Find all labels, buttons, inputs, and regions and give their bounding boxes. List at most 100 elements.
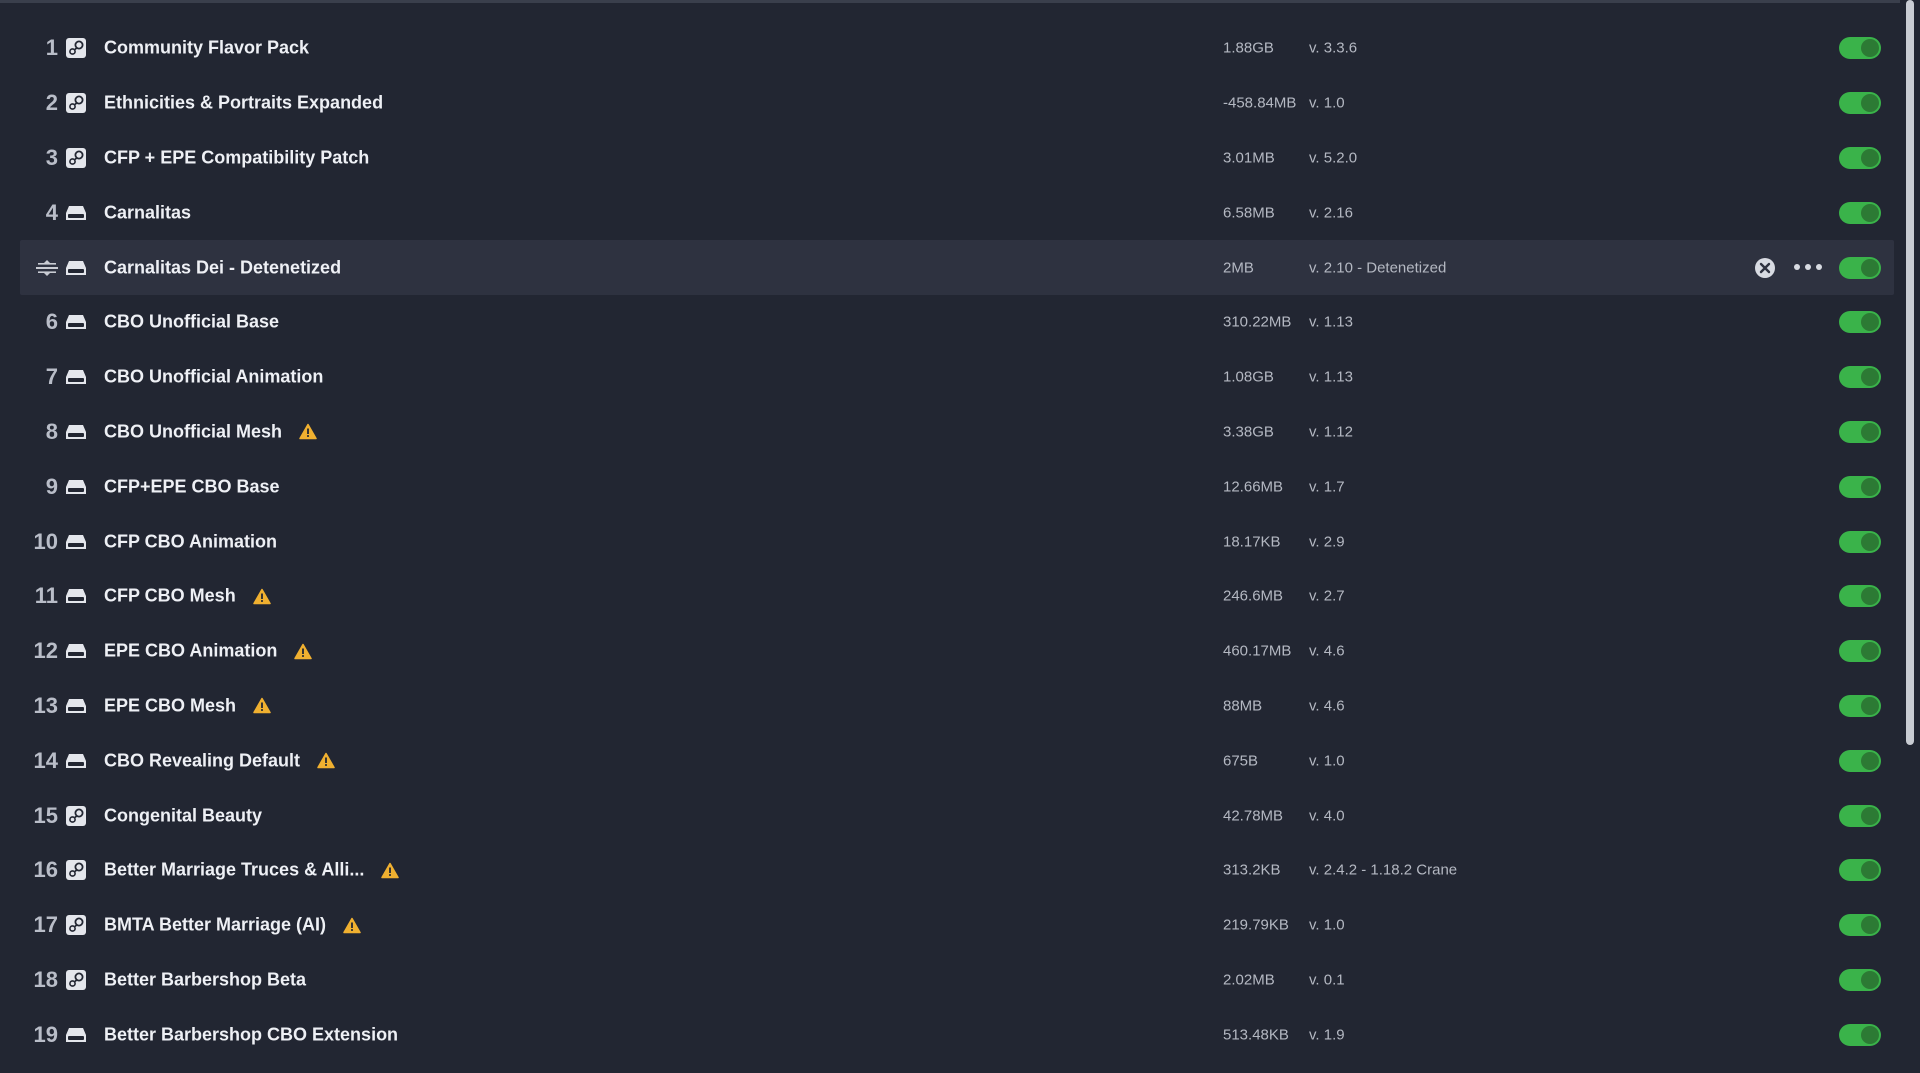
mod-row[interactable]: 11 CFP CBO Mesh 246.6MB v. 2.7 xyxy=(20,569,1894,624)
mod-index: 6 xyxy=(45,309,58,335)
mod-version: v. 1.9 xyxy=(1309,1026,1345,1044)
local-drive-icon xyxy=(65,366,87,388)
mod-index: 15 xyxy=(33,802,58,828)
local-drive-icon xyxy=(65,311,87,333)
scrollbar[interactable] xyxy=(1906,0,1914,745)
mod-version: v. 2.16 xyxy=(1309,204,1353,222)
mod-version: v. 2.10 - Detenetized xyxy=(1309,259,1447,277)
mod-row[interactable]: 6 CBO Unofficial Base 310.22MB v. 1.13 xyxy=(20,295,1894,350)
steam-icon xyxy=(65,805,87,827)
enable-toggle[interactable] xyxy=(1839,475,1881,498)
mod-row[interactable]: 17 BMTA Better Marriage (AI) 219.79KB v. 1.… xyxy=(20,898,1894,953)
mod-size: -458.84MB xyxy=(1223,94,1297,112)
enable-toggle[interactable] xyxy=(1839,146,1881,169)
enable-toggle[interactable] xyxy=(1839,694,1881,717)
mod-row[interactable]: 13 EPE CBO Mesh 88MB v. 4.6 xyxy=(20,679,1894,734)
drag-handle-icon[interactable] xyxy=(20,259,58,276)
mod-name: EPE CBO Mesh xyxy=(104,695,237,716)
mod-row[interactable]: 9 CFP+EPE CBO Base 12.66MB v. 1.7 xyxy=(20,459,1894,514)
warning-icon[interactable] xyxy=(299,424,317,440)
mod-row[interactable]: 18 Better Barbershop Beta 2.02MB v. 0.1 xyxy=(20,953,1894,1008)
mod-index: 8 xyxy=(45,418,58,444)
mod-version: v. 1.7 xyxy=(1309,478,1345,496)
mod-name-wrap: Congenital Beauty xyxy=(104,805,262,826)
mod-name-wrap: Better Marriage Truces & Alli... xyxy=(104,860,400,881)
mod-row[interactable]: 8 CBO Unofficial Mesh 3.38GB v. 1.12 xyxy=(20,405,1894,460)
mod-index: 4 xyxy=(45,199,58,225)
enable-toggle[interactable] xyxy=(1839,1023,1881,1046)
toggle-knob xyxy=(1861,696,1879,715)
mod-name-wrap: Carnalitas xyxy=(104,202,191,223)
mod-name: CBO Unofficial Mesh xyxy=(104,421,283,442)
enable-toggle[interactable] xyxy=(1839,749,1881,772)
mod-index: 14 xyxy=(33,747,58,773)
mod-name: Carnalitas xyxy=(104,202,192,223)
warning-icon[interactable] xyxy=(343,917,361,933)
mod-size: 18.17KB xyxy=(1223,533,1281,551)
mod-row[interactable]: 15 Congenital Beauty 42.78MB v. 4.0 xyxy=(20,788,1894,843)
enable-toggle[interactable] xyxy=(1839,640,1881,663)
enable-toggle[interactable] xyxy=(1839,366,1881,389)
steam-icon xyxy=(65,92,87,114)
toggle-knob xyxy=(1861,94,1879,113)
toggle-knob xyxy=(1861,39,1879,58)
enable-toggle[interactable] xyxy=(1839,420,1881,443)
mod-row[interactable]: 4 Carnalitas 6.58MB v. 2.16 xyxy=(20,185,1894,240)
enable-toggle[interactable] xyxy=(1839,311,1881,334)
mod-size: 246.6MB xyxy=(1223,587,1284,605)
toggle-knob xyxy=(1861,313,1879,332)
remove-icon[interactable] xyxy=(1754,257,1776,279)
enable-toggle[interactable] xyxy=(1839,37,1881,60)
mod-row[interactable]: 7 CBO Unofficial Animation 1.08GB v. 1.13 xyxy=(20,350,1894,405)
mod-row[interactable]: Carnalitas Dei - Detenetized 2MB v. 2.10 -… xyxy=(20,240,1894,295)
enable-toggle[interactable] xyxy=(1839,968,1881,991)
enable-toggle[interactable] xyxy=(1839,256,1881,279)
mod-name: CBO Unofficial Base xyxy=(104,311,280,332)
mod-name: CFP CBO Animation xyxy=(104,531,278,552)
toggle-knob xyxy=(1861,477,1879,496)
warning-icon[interactable] xyxy=(252,588,271,605)
mod-row[interactable]: 14 CBO Revealing Default 675B v. 1.0 xyxy=(20,733,1894,788)
toggle-knob xyxy=(1861,258,1879,277)
enable-toggle[interactable] xyxy=(1839,859,1881,882)
mod-row[interactable]: 2 Ethnicities & Portraits Expanded -458.84… xyxy=(20,76,1894,131)
mod-row[interactable]: 1 Community Flavor Pack 1.88GB v. 3.3.6 xyxy=(20,21,1894,76)
mod-row[interactable]: 16 Better Marriage Truces & Alli... 313.2K… xyxy=(20,843,1894,898)
mod-index: 12 xyxy=(33,638,58,664)
mod-list: 1 Community Flavor Pack 1.88GB v. 3.3.6 2 Eth… xyxy=(20,21,1894,1062)
enable-toggle[interactable] xyxy=(1839,530,1881,553)
mod-version: v. 1.12 xyxy=(1309,423,1353,441)
enable-toggle[interactable] xyxy=(1839,92,1881,115)
enable-toggle[interactable] xyxy=(1839,201,1881,224)
mod-row[interactable]: 10 CFP CBO Animation 18.17KB v. 2.9 xyxy=(20,514,1894,569)
mod-version: v. 0.1 xyxy=(1309,971,1345,989)
warning-icon[interactable] xyxy=(381,862,400,879)
enable-toggle[interactable] xyxy=(1839,804,1881,827)
mod-row[interactable]: 3 CFP + EPE Compatibility Patch 3.01MB v. 5… xyxy=(20,131,1894,186)
enable-toggle[interactable] xyxy=(1839,914,1881,937)
enable-toggle[interactable] xyxy=(1839,585,1881,608)
mod-version: v. 1.0 xyxy=(1309,916,1345,934)
mod-version: v. 2.4.2 - 1.18.2 Crane xyxy=(1309,861,1458,879)
toggle-knob xyxy=(1861,806,1879,825)
mod-name-wrap: CBO Unofficial Mesh xyxy=(104,421,317,442)
mod-name: Better Barbershop CBO Extension xyxy=(104,1024,399,1045)
warning-icon[interactable] xyxy=(253,698,271,714)
warning-icon[interactable] xyxy=(317,753,335,769)
toggle-knob xyxy=(1861,642,1879,661)
local-drive-icon xyxy=(65,476,87,498)
toggle-knob xyxy=(1861,1025,1879,1044)
mod-version: v. 2.7 xyxy=(1309,587,1345,605)
local-drive-icon xyxy=(65,585,87,607)
more-options-icon[interactable] xyxy=(1794,263,1822,272)
local-drive-icon xyxy=(65,531,87,553)
warning-icon[interactable] xyxy=(294,643,313,659)
mod-row[interactable]: 19 Better Barbershop CBO Extension 513.48K… xyxy=(20,1007,1894,1062)
mod-name: Carnalitas Dei - Detenetized xyxy=(104,257,342,278)
mod-index: 16 xyxy=(33,857,58,883)
mod-index: 3 xyxy=(45,144,58,170)
mod-name-wrap: CBO Revealing Default xyxy=(104,750,335,771)
mod-row[interactable]: 12 EPE CBO Animation 460.17MB v. 4.6 xyxy=(20,624,1894,679)
mod-name: BMTA Better Marriage (AI) xyxy=(104,914,327,935)
mod-size: 1.88GB xyxy=(1223,39,1274,57)
